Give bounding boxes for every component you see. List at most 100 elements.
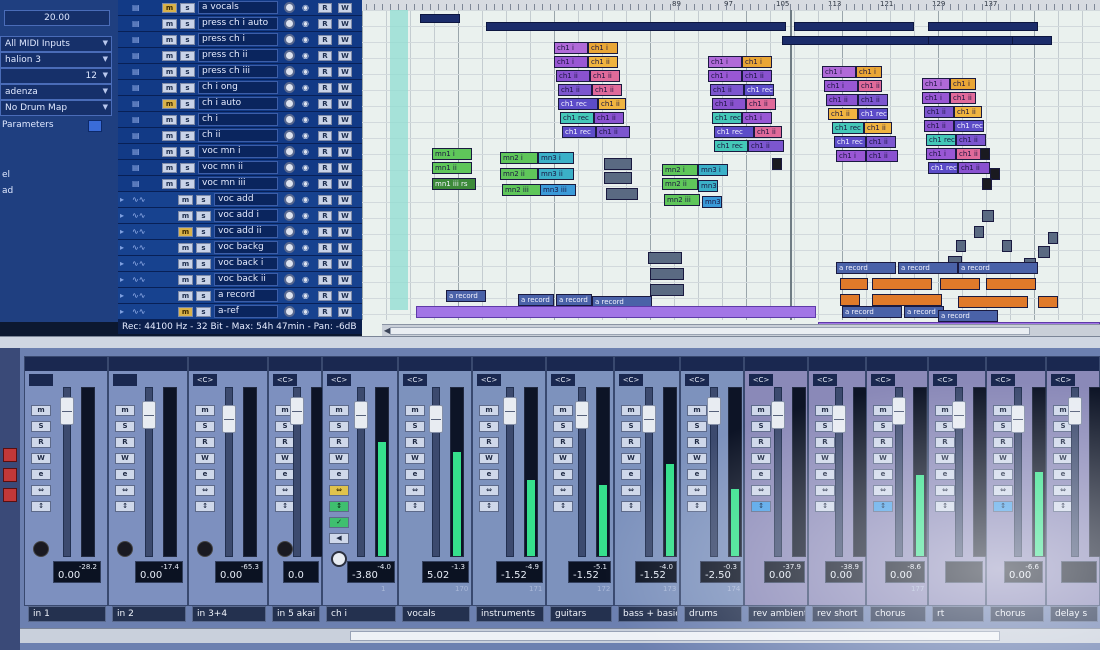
record-enable-button[interactable] <box>284 50 295 61</box>
monitor-icon[interactable]: ◉ <box>300 67 311 77</box>
volume-fader[interactable] <box>832 405 846 433</box>
expand-icon[interactable] <box>120 83 130 93</box>
midi-part[interactable]: ch1 i <box>950 78 976 90</box>
channel-name-label[interactable]: drums <box>684 606 742 622</box>
record-enable-button[interactable] <box>284 146 295 157</box>
midi-part[interactable]: ch1 i <box>822 66 856 78</box>
insert-bypass-button[interactable]: ⇔ <box>479 485 499 496</box>
write-automation-button[interactable]: W <box>338 243 352 253</box>
edit-channel-button[interactable]: e <box>115 469 135 480</box>
mixer-horizontal-scrollbar[interactable] <box>20 628 1100 643</box>
read-automation-button[interactable]: R <box>318 259 332 269</box>
cycle-region[interactable] <box>390 10 408 310</box>
expand-icon[interactable] <box>120 19 130 29</box>
insert-bypass-button[interactable]: ⇔ <box>329 485 349 496</box>
track-row[interactable]: ▤ m s press ch i ◉ R W <box>118 32 380 48</box>
read-automation-button[interactable]: R <box>815 437 835 448</box>
mute-button[interactable]: m <box>553 405 573 416</box>
volume-readout[interactable]: 0.0 <box>283 561 319 583</box>
solo-button[interactable]: s <box>180 51 195 61</box>
track-row[interactable]: ▸ ∿∿ m s voc backg ◉ R W <box>118 240 380 256</box>
volume-readout[interactable] <box>945 561 983 583</box>
midi-part[interactable]: ch1 i <box>922 78 950 90</box>
mute-button[interactable]: m <box>178 307 193 317</box>
write-automation-button[interactable]: W <box>338 35 352 45</box>
volume-readout[interactable]: -8.6 0.00 <box>885 561 925 583</box>
global-read-button[interactable] <box>3 488 17 502</box>
speaker-icon[interactable]: ◀ <box>329 533 349 544</box>
marker-bar[interactable] <box>486 22 786 31</box>
channel-name-label[interactable]: in 2 <box>112 606 186 622</box>
midi-part[interactable]: ch1 ii <box>754 126 782 138</box>
channel-name-label[interactable]: rev short <box>812 606 864 622</box>
read-automation-button[interactable]: R <box>318 51 332 61</box>
write-automation-button[interactable]: W <box>338 19 352 29</box>
audio-part[interactable] <box>604 158 632 170</box>
audio-part[interactable] <box>1038 246 1050 258</box>
midi-part[interactable]: mn1 iii rs <box>432 178 476 190</box>
mute-button[interactable]: m <box>479 405 499 416</box>
read-automation-button[interactable]: R <box>318 163 332 173</box>
mute-button[interactable]: m <box>162 35 177 45</box>
volume-fader[interactable] <box>771 401 785 429</box>
solo-button[interactable]: s <box>180 179 195 189</box>
channel-select[interactable]: 12 ▼ <box>0 68 112 84</box>
record-enable-button[interactable] <box>284 242 295 253</box>
track-row[interactable]: ▤ m s ch i auto ◉ R W <box>118 96 380 112</box>
write-automation-button[interactable]: W <box>338 67 352 77</box>
insert-bypass-button[interactable]: ⇔ <box>195 485 215 496</box>
solo-button[interactable]: S <box>553 421 573 432</box>
marker-bar[interactable] <box>1012 36 1052 45</box>
volume-fader[interactable] <box>642 405 656 433</box>
volume-fader[interactable] <box>892 397 906 425</box>
edit-channel-button[interactable]: e <box>405 469 425 480</box>
track-row[interactable]: ▸ ∿∿ m s a-ref ◉ R W <box>118 304 380 320</box>
midi-part[interactable]: mn2 iii <box>502 184 542 196</box>
program-select[interactable]: adenza ▼ <box>0 84 112 100</box>
volume-readout[interactable]: -6.6 0.00 <box>1004 561 1043 583</box>
read-automation-button[interactable]: R <box>751 437 771 448</box>
track-row[interactable]: ▤ m s press ch iii ◉ R W <box>118 64 380 80</box>
mute-button[interactable]: m <box>162 131 177 141</box>
write-automation-button[interactable]: W <box>338 3 352 13</box>
pan-display[interactable]: <C> <box>933 374 957 386</box>
eq-bypass-button[interactable]: ↕ <box>993 501 1013 512</box>
solo-button[interactable]: S <box>329 421 349 432</box>
drum-map-select[interactable]: No Drum Map ▼ <box>0 100 112 116</box>
edit-channel-button[interactable]: e <box>553 469 573 480</box>
midi-part[interactable]: ch1 ii <box>826 94 858 106</box>
mute-button[interactable]: m <box>162 3 177 13</box>
midi-part[interactable]: mn2 ii <box>500 168 538 180</box>
solo-button[interactable]: s <box>180 163 195 173</box>
solo-button[interactable]: S <box>993 421 1013 432</box>
audio-part[interactable] <box>648 252 682 264</box>
write-automation-button[interactable]: W <box>338 227 352 237</box>
record-enable-button[interactable] <box>284 162 295 173</box>
track-row[interactable]: ▤ m s a vocals ◉ R W <box>118 0 380 16</box>
midi-input-select[interactable]: All MIDI Inputs ▼ <box>0 36 112 52</box>
expand-icon[interactable]: ▸ <box>120 259 130 269</box>
midi-part[interactable]: ch1 i <box>588 42 618 54</box>
edit-channel-button[interactable]: e <box>751 469 771 480</box>
input-gain-knob[interactable] <box>197 541 213 557</box>
midi-part[interactable]: mn3 i <box>538 152 574 164</box>
read-automation-button[interactable]: R <box>318 19 332 29</box>
scroll-thumb[interactable] <box>390 327 1030 335</box>
mute-button[interactable]: m <box>31 405 51 416</box>
pan-display[interactable]: <C> <box>403 374 427 386</box>
monitor-icon[interactable]: ◉ <box>300 275 311 285</box>
marker-bar[interactable] <box>794 22 914 31</box>
read-automation-button[interactable]: R <box>553 437 573 448</box>
audio-part[interactable] <box>872 278 932 290</box>
insert-bypass-button[interactable]: ⇔ <box>687 485 707 496</box>
record-enable-button[interactable] <box>284 114 295 125</box>
midi-part[interactable]: mn3 ii <box>698 180 718 192</box>
audio-part[interactable] <box>940 278 980 290</box>
insert-bypass-button[interactable]: ⇔ <box>935 485 955 496</box>
audio-part[interactable] <box>650 284 684 296</box>
midi-part[interactable]: a record <box>842 306 902 318</box>
expand-icon[interactable]: ▸ <box>120 227 130 237</box>
audio-part[interactable] <box>772 158 782 170</box>
midi-part[interactable]: ch1 i <box>742 112 772 124</box>
expand-icon[interactable] <box>120 131 130 141</box>
